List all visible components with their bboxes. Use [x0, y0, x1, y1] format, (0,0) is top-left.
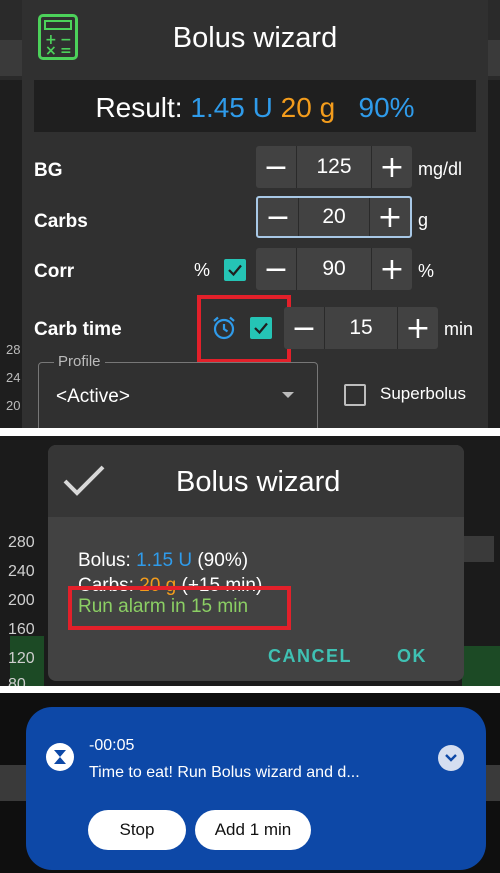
background-axis-label: 24: [6, 370, 21, 385]
carb-time-increment-button[interactable]: +: [397, 307, 438, 349]
graph-axis-label: 120: [8, 650, 35, 667]
bolus-confirm-dialog: Bolus wizard Bolus: 1.15 U (90%) Carbs: …: [48, 445, 464, 681]
graph-axis-label: 160: [8, 621, 35, 638]
bolus-value: 1.15 U: [136, 550, 193, 571]
result-carbs: 20 g: [280, 92, 336, 123]
carbs-label: Carbs: [34, 211, 88, 232]
background-axis-label: 20: [6, 398, 21, 413]
carbs-value[interactable]: 20: [298, 198, 370, 236]
carbs-unit: g: [418, 210, 429, 230]
result-label: Result:: [95, 92, 183, 123]
notification-screen: -00:05 Time to eat! Run Bolus wizard and…: [0, 693, 500, 873]
hourglass-icon: [46, 743, 74, 771]
dialog-title: Bolus wizard: [172, 22, 338, 54]
graph-axis-label: 240: [8, 563, 35, 580]
graph-area: [462, 646, 500, 686]
result-box: Result: 1.45 U 20 g 90%: [34, 80, 476, 132]
notification-text: Time to eat! Run Bolus wizard and d...: [89, 764, 360, 781]
corr-label: Corr: [34, 261, 75, 282]
corr-unit: %: [418, 261, 435, 281]
notification-time: -00:05: [89, 737, 135, 754]
graph-axis-label: 280: [8, 534, 35, 551]
carbs-increment-button[interactable]: +: [369, 198, 410, 236]
graph-axis-label: 80: [8, 676, 26, 686]
profile-value[interactable]: <Active>: [56, 386, 130, 408]
highlight-box: [68, 586, 291, 630]
superbolus-checkbox[interactable]: [344, 384, 366, 406]
stop-button[interactable]: Stop: [88, 810, 186, 850]
corr-percent-sign: %: [194, 260, 211, 280]
superbolus-label: Superbolus: [380, 384, 467, 403]
corr-increment-button[interactable]: +: [371, 248, 412, 290]
carb-time-stepper: − 15 +: [284, 307, 438, 349]
cancel-button[interactable]: CANCEL: [268, 646, 352, 667]
dialog-title: Bolus wizard: [176, 466, 341, 498]
carb-time-value[interactable]: 15: [324, 307, 398, 349]
carbs-decrement-button[interactable]: −: [258, 198, 299, 236]
alarm-clock-icon[interactable]: [211, 315, 237, 341]
checkmark-icon: [63, 465, 105, 496]
corr-checkbox[interactable]: [224, 259, 246, 281]
result-percent: 90%: [358, 92, 415, 123]
carb-time-label: Carb time: [34, 319, 122, 340]
bg-label: BG: [34, 160, 63, 181]
carbs-stepper: − 20 +: [256, 196, 412, 238]
corr-decrement-button[interactable]: −: [256, 248, 297, 290]
bolus-label: Bolus:: [78, 550, 137, 571]
bolus-summary: Bolus: 1.15 U (90%): [78, 550, 248, 572]
dialog-header: Bolus wizard: [48, 445, 464, 517]
bolus-confirm-screen: 280 240 200 160 120 80 Bolus wizard Bolu…: [0, 436, 500, 686]
bolus-wizard-screen: 28 24 20 + − × = Bolus wizard Result: 1.…: [0, 0, 500, 428]
alarm-checkbox[interactable]: [250, 317, 272, 339]
background-dropdown: [464, 536, 494, 562]
checkmark-icon: [228, 264, 242, 277]
chevron-down-icon[interactable]: [438, 745, 464, 771]
bg-stepper: − 125 +: [256, 146, 412, 188]
bg-value[interactable]: 125: [296, 146, 372, 188]
carb-time-unit: min: [444, 319, 474, 339]
bg-increment-button[interactable]: +: [371, 146, 412, 188]
profile-label: Profile: [54, 353, 105, 370]
dialog-header: + − × = Bolus wizard: [22, 0, 488, 76]
bg-decrement-button[interactable]: −: [256, 146, 297, 188]
add-one-minute-button[interactable]: Add 1 min: [195, 810, 311, 850]
background-axis-label: 28: [6, 342, 21, 357]
graph-axis-label: 200: [8, 592, 35, 609]
checkmark-icon: [254, 322, 268, 335]
timer-notification[interactable]: -00:05 Time to eat! Run Bolus wizard and…: [26, 707, 486, 870]
result-line: Result: 1.45 U 20 g 90%: [34, 92, 476, 124]
corr-stepper: − 90 +: [256, 248, 412, 290]
result-insulin: 1.45 U: [190, 92, 273, 123]
ok-button[interactable]: OK: [397, 646, 427, 667]
bg-unit: mg/dl: [418, 159, 463, 179]
carb-time-decrement-button[interactable]: −: [284, 307, 325, 349]
bolus-percent: (90%): [192, 550, 249, 571]
bolus-wizard-dialog: + − × = Bolus wizard Result: 1.45 U 20 g…: [22, 0, 488, 428]
dropdown-arrow-icon[interactable]: [282, 392, 294, 398]
corr-value[interactable]: 90: [296, 248, 372, 290]
